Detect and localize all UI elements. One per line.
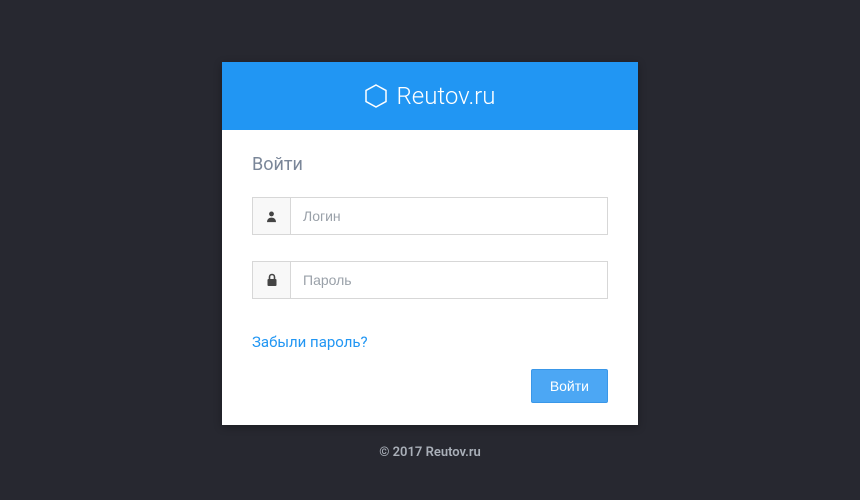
lock-icon <box>253 262 291 298</box>
hexagon-logo-icon <box>365 84 387 108</box>
card-body: Войти Забыли пароль? Войти <box>222 130 638 425</box>
login-input-group <box>252 197 608 235</box>
card-header: Reutov.ru <box>222 62 638 130</box>
password-input[interactable] <box>291 262 607 298</box>
login-button[interactable]: Войти <box>531 369 608 403</box>
user-icon <box>253 198 291 234</box>
login-input[interactable] <box>291 198 607 234</box>
button-row: Войти <box>252 369 608 403</box>
forgot-password-link[interactable]: Забыли пароль? <box>252 333 368 351</box>
login-card: Reutov.ru Войти Забыли пароль? <box>222 62 638 425</box>
form-title: Войти <box>252 154 608 175</box>
password-input-group <box>252 261 608 299</box>
footer-copyright: © 2017 Reutov.ru <box>379 445 481 460</box>
site-title: Reutov.ru <box>397 82 496 110</box>
